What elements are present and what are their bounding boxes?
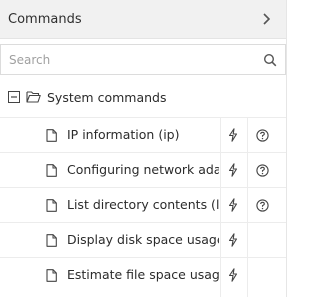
help-icon[interactable]: [256, 199, 269, 212]
group-label: System commands: [47, 90, 167, 105]
command-label: Estimate file space usage: [67, 267, 219, 282]
group-system-commands[interactable]: System commands: [0, 85, 286, 111]
help-icon[interactable]: [256, 129, 269, 142]
search-icon[interactable]: [263, 53, 277, 67]
command-list: IP information (ip) Configuring network a…: [0, 117, 286, 292]
list-item[interactable]: Display disk space usage: [0, 222, 286, 257]
search-box: [0, 44, 286, 75]
file-icon: [46, 234, 57, 247]
panel-title: Commands: [8, 12, 82, 27]
command-label: Configuring network adapters: [67, 162, 219, 177]
list-item[interactable]: Estimate file space usage: [0, 257, 286, 292]
file-icon: [46, 164, 57, 177]
scrollbar[interactable]: [287, 0, 300, 297]
file-icon: [46, 269, 57, 282]
lightning-icon[interactable]: [228, 128, 238, 142]
commands-panel: Commands System commands IP information …: [0, 0, 287, 297]
list-item[interactable]: Configuring network adapters: [0, 152, 286, 187]
file-icon: [46, 199, 57, 212]
lightning-icon[interactable]: [228, 198, 238, 212]
list-item[interactable]: IP information (ip): [0, 117, 286, 152]
command-label: IP information (ip): [67, 127, 180, 142]
search-input[interactable]: [9, 51, 249, 69]
lightning-icon[interactable]: [228, 233, 238, 247]
command-label: Display disk space usage: [67, 232, 219, 247]
chevron-right-icon[interactable]: [262, 13, 271, 28]
lightning-icon[interactable]: [228, 268, 238, 282]
help-icon[interactable]: [256, 164, 269, 177]
command-label: List directory contents (ls): [67, 197, 219, 212]
panel-header: Commands: [0, 0, 286, 39]
lightning-icon[interactable]: [228, 163, 238, 177]
list-item[interactable]: List directory contents (ls): [0, 187, 286, 222]
folder-open-icon: [26, 91, 41, 103]
file-icon: [46, 129, 57, 142]
minus-box-icon[interactable]: [8, 91, 20, 103]
